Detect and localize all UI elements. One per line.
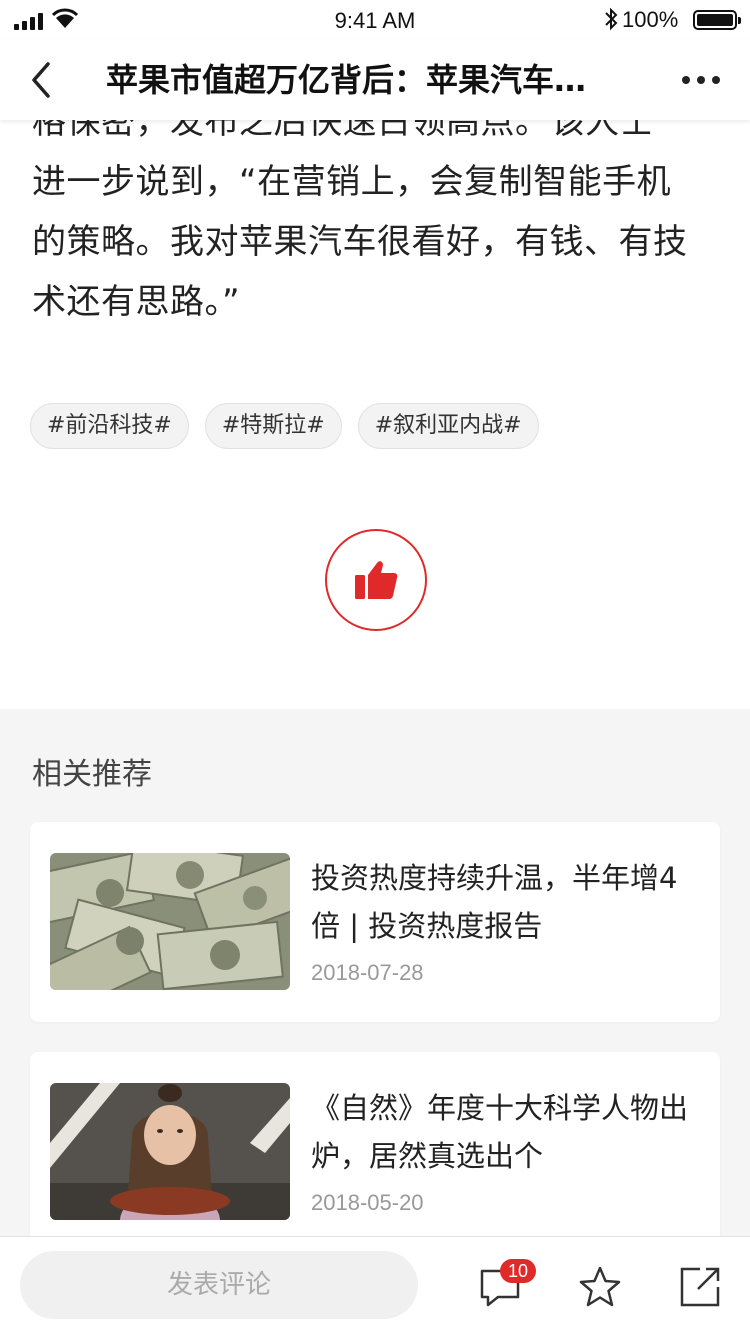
related-date: 2018-05-20 bbox=[311, 1190, 424, 1215]
money-thumbnail bbox=[50, 853, 290, 990]
comment-input[interactable]: 发表评论 bbox=[20, 1251, 418, 1319]
star-icon[interactable] bbox=[577, 1264, 623, 1310]
girl-thumbnail bbox=[50, 1083, 290, 1220]
related-card[interactable]: 《自然》年度十大科学人物出炉，居然真选出个 2018-05-20 bbox=[30, 1052, 720, 1252]
related-card[interactable]: 投资热度持续升温，半年增4倍 | 投资热度报告 2018-07-28 bbox=[30, 822, 720, 1022]
related-title: 投资热度持续升温，半年增4倍 | 投资热度报告 bbox=[311, 861, 678, 943]
article-line: 进一步说到，“在营销上，会复制智能手机 bbox=[32, 162, 672, 202]
tag-tesla[interactable]: #特斯拉# bbox=[204, 403, 342, 449]
battery-percent: 100% bbox=[622, 7, 679, 32]
related-heading: 相关推荐 bbox=[32, 757, 152, 792]
thumbs-up-icon bbox=[355, 561, 398, 599]
page-title: 苹果市值超万亿背后：苹果汽车… bbox=[106, 61, 587, 99]
tag-frontier-tech[interactable]: #前沿科技# bbox=[30, 403, 189, 449]
comment-count-badge: 10 bbox=[500, 1259, 536, 1283]
nav-bar: 苹果市值超万亿背后：苹果汽车… bbox=[0, 40, 750, 120]
like-button[interactable] bbox=[325, 529, 427, 631]
status-bar: 9:41 AM 100% bbox=[0, 0, 750, 40]
more-icon[interactable] bbox=[682, 76, 720, 84]
share-icon[interactable] bbox=[678, 1265, 722, 1309]
back-icon[interactable] bbox=[22, 58, 62, 102]
bottom-bar: 发表评论 10 bbox=[0, 1236, 750, 1334]
article-body: 格保密，发布之后快速占领高点。”该人士 进一步说到，“在营销上，会复制智能手机 … bbox=[32, 92, 722, 332]
tag-list: #前沿科技# #特斯拉# #叙利亚内战# bbox=[30, 403, 539, 449]
article-line: 的策略。我对苹果汽车很看好，有钱、有技 bbox=[32, 222, 688, 262]
tag-syria-war[interactable]: #叙利亚内战# bbox=[357, 403, 539, 449]
article-line: 术还有思路。” bbox=[32, 282, 241, 322]
battery-icon bbox=[693, 10, 741, 30]
related-title: 《自然》年度十大科学人物出炉，居然真选出个 bbox=[311, 1091, 689, 1173]
bluetooth-icon bbox=[605, 7, 618, 31]
related-section: 相关推荐 投资热度持续升温，半年增4倍 | 投资热度报告 2018-07-28 … bbox=[0, 709, 750, 1269]
related-date: 2018-07-28 bbox=[311, 960, 424, 985]
